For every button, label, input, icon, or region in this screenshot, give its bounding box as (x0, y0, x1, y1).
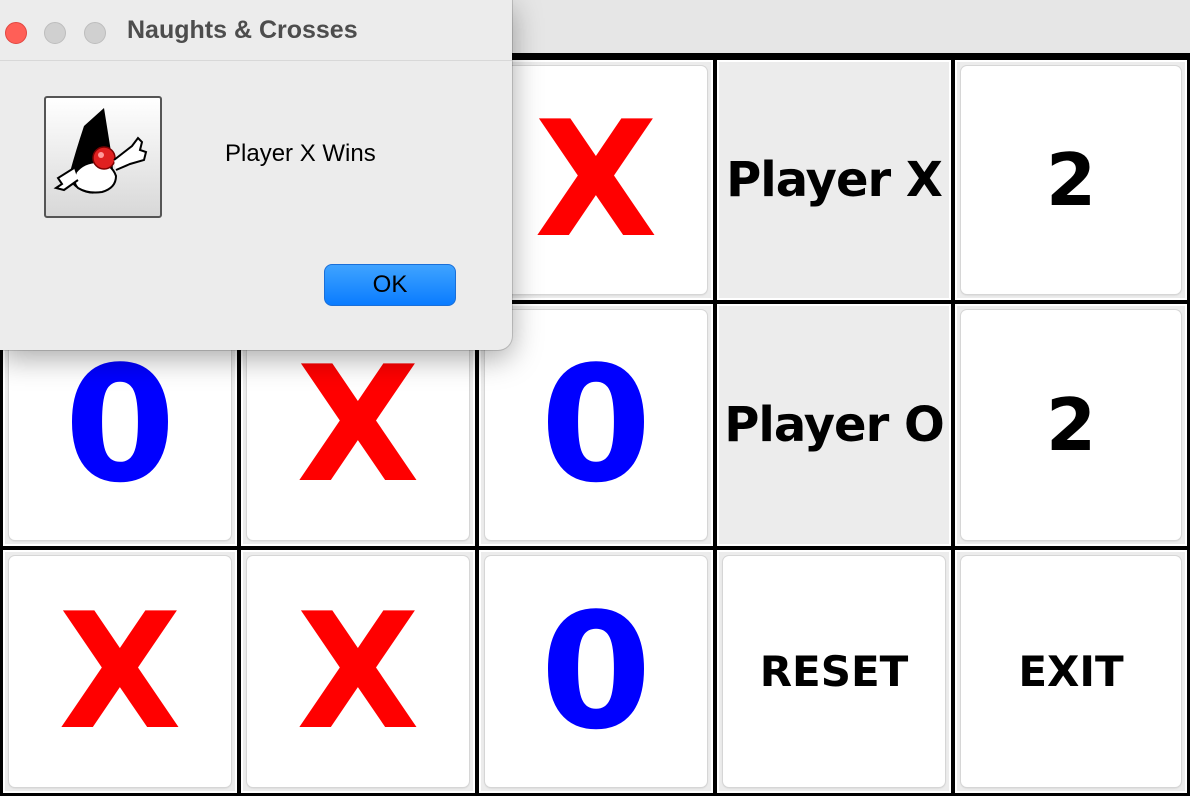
reset-button-label: RESET (759, 647, 909, 696)
ok-button[interactable]: OK (324, 264, 456, 306)
cell-mark-x: X (534, 86, 658, 273)
board-cell-7[interactable]: X (0, 547, 240, 796)
reset-button-cell: RESET (714, 547, 954, 796)
dialog-titlebar[interactable]: Naughts & Crosses (0, 0, 512, 61)
reset-button[interactable]: RESET (723, 556, 945, 787)
exit-button-cell: EXIT (952, 547, 1190, 796)
dialog-message: Player X Wins (225, 140, 376, 167)
board-cell-9[interactable]: 0 (476, 547, 716, 796)
player-x-label: Player X (726, 152, 943, 208)
player-x-score-cell: 2 (952, 57, 1190, 303)
cell-mark-x: X (296, 331, 420, 518)
minimize-window-button[interactable] (44, 22, 66, 44)
exit-button-label: EXIT (1018, 647, 1124, 696)
player-o-score-cell: 2 (952, 301, 1190, 549)
exit-button[interactable]: EXIT (961, 556, 1181, 787)
player-x-score: 2 (1045, 138, 1097, 222)
board-cell-3[interactable]: X (476, 57, 716, 303)
cell-mark-o: 0 (540, 331, 652, 518)
cell-mark-x: X (296, 577, 420, 765)
close-window-button[interactable] (5, 22, 27, 44)
dialog-title: Naughts & Crosses (127, 16, 358, 44)
win-dialog: Naughts & Crosses Player X Wins OK (0, 0, 512, 350)
cell-mark-o: 0 (540, 577, 652, 765)
java-duke-icon (44, 96, 162, 218)
board-cell-8[interactable]: X (238, 547, 478, 796)
cell-mark-x: X (58, 577, 182, 765)
player-o-score: 2 (1045, 383, 1097, 467)
board-cell-6[interactable]: 0 (476, 301, 716, 549)
cell-mark-o: 0 (64, 331, 176, 518)
ok-button-label: OK (372, 271, 408, 298)
player-x-label-cell: Player X (714, 57, 954, 303)
player-o-label: Player O (724, 397, 945, 453)
zoom-window-button[interactable] (84, 22, 106, 44)
player-o-label-cell: Player O (714, 301, 954, 549)
